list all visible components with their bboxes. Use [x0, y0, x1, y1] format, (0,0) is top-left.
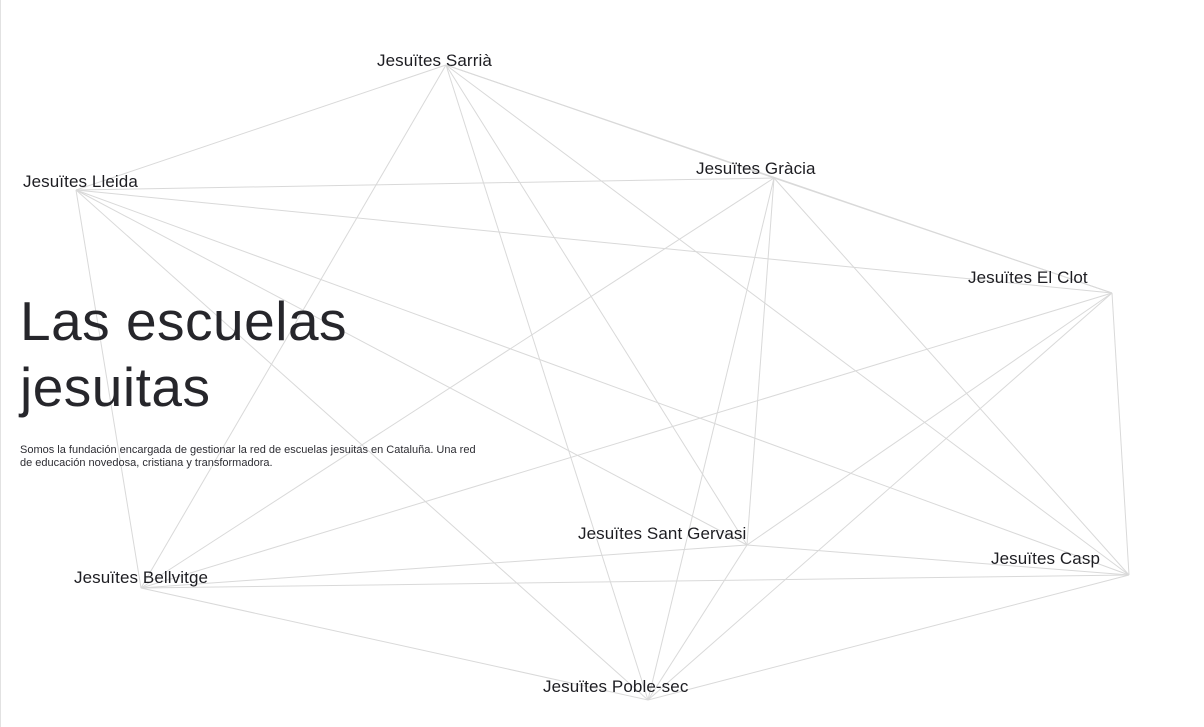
- school-node-gracia[interactable]: Jesuïtes Gràcia: [696, 159, 816, 179]
- connector-sarria-poblesec: [445, 64, 649, 701]
- school-node-lleida[interactable]: Jesuïtes Lleida: [23, 172, 138, 192]
- school-node-el-clot[interactable]: Jesuïtes El Clot: [968, 268, 1088, 288]
- school-node-casp[interactable]: Jesuïtes Casp: [991, 549, 1100, 569]
- school-node-poble-sec[interactable]: Jesuïtes Poble-sec: [543, 677, 688, 697]
- page: Las escuelas jesuitas Somos la fundación…: [0, 0, 1204, 727]
- school-node-sarria[interactable]: Jesuïtes Sarrià: [377, 51, 492, 71]
- connector-sarria-casp: [445, 64, 1130, 576]
- school-node-sant-gervasi[interactable]: Jesuïtes Sant Gervasi: [578, 524, 746, 544]
- page-title: Las escuelas jesuitas: [20, 290, 348, 418]
- connector-clot-poblesec: [647, 292, 1113, 701]
- connector-lleida-gracia: [75, 177, 775, 191]
- school-node-bellvitge[interactable]: Jesuïtes Bellvitge: [74, 568, 208, 588]
- page-description: Somos la fundación encargada de gestiona…: [20, 444, 476, 469]
- connector-clot-casp: [1111, 292, 1130, 576]
- connector-casp-poblesec: [647, 574, 1130, 701]
- connector-lleida-clot: [75, 189, 1113, 294]
- connector-sarria-santgervasi: [445, 64, 748, 546]
- connector-casp-bellvitge: [140, 574, 1130, 589]
